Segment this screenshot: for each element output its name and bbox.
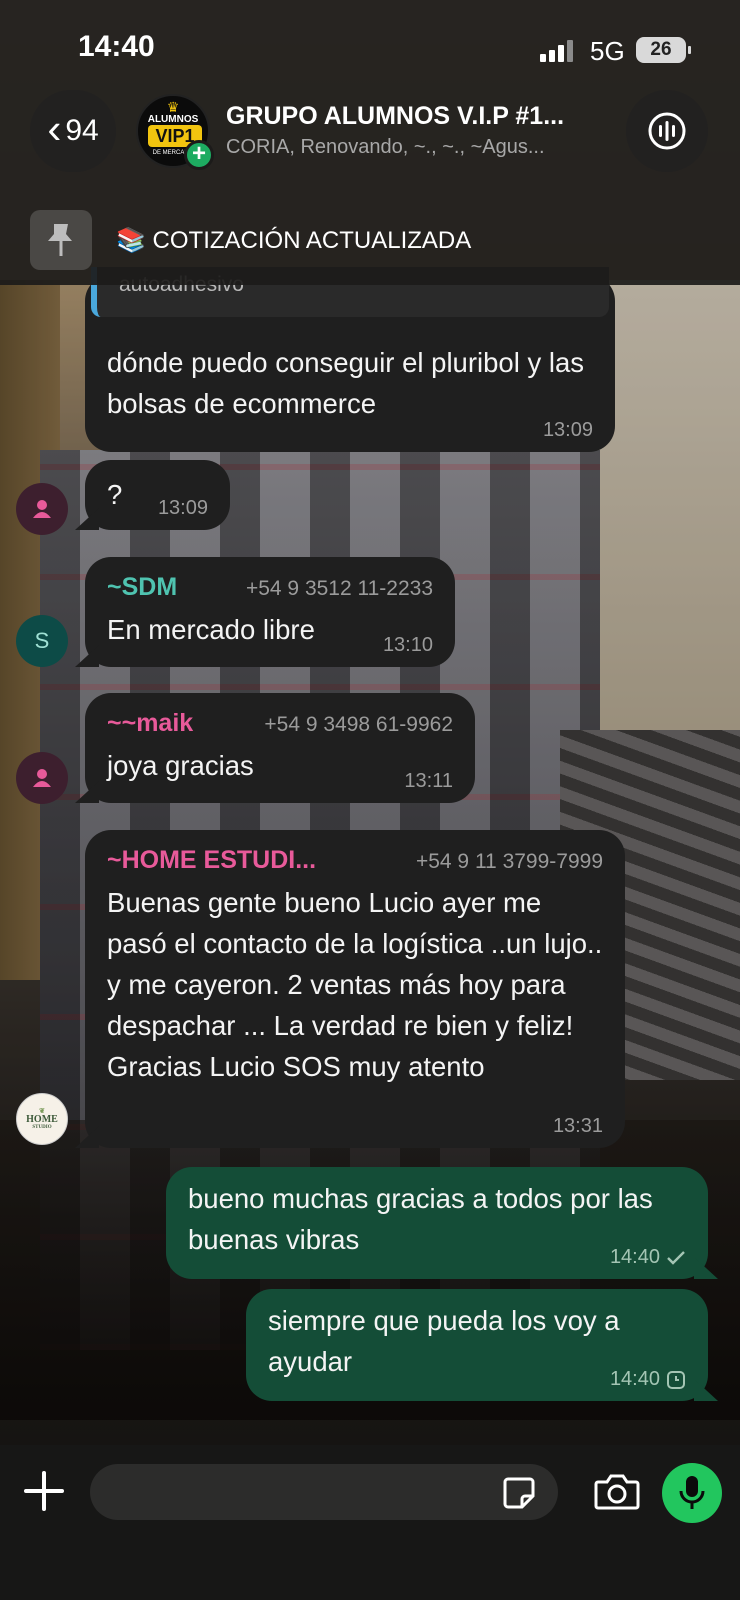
status-time: 14:40 — [78, 30, 155, 63]
back-button[interactable]: ‹ 94 — [30, 90, 116, 172]
status-bar: 14:40 5G 26 — [0, 28, 740, 68]
pin-icon — [30, 210, 92, 270]
message-bubble[interactable]: ~SDM +54 9 3512 11-2233 En mercado libre… — [75, 557, 455, 667]
message-text: ? — [107, 479, 123, 510]
message-time: 13:09 — [542, 419, 593, 441]
sender-avatar[interactable] — [16, 752, 68, 804]
group-members[interactable]: CORIA, Renovando, ~., ~., ~Agus... — [226, 136, 606, 159]
message-time: 14:40 — [610, 1246, 686, 1269]
signal-icon — [540, 40, 573, 62]
plus-icon[interactable]: + — [184, 140, 214, 170]
unread-count: 94 — [65, 114, 99, 147]
sender-avatar[interactable] — [16, 483, 68, 535]
message-time: 13:10 — [382, 634, 433, 656]
microphone-button[interactable] — [662, 1463, 722, 1523]
message-time: 14:40 — [610, 1368, 686, 1391]
message-bubble[interactable]: ~HOME ESTUDI... +54 9 11 3799-7999 Buena… — [75, 830, 625, 1148]
message-bubble[interactable]: ? 13:09 — [75, 460, 230, 530]
message-time: 13:09 — [157, 497, 208, 519]
chevron-left-icon: ‹ — [47, 105, 62, 152]
user-icon — [33, 500, 51, 518]
message-text: Buenas gente bueno Lucio ayer me pasó el… — [107, 887, 603, 1082]
sticker-icon[interactable] — [502, 1476, 536, 1510]
sender-avatar[interactable]: ❦ HOME STUDIO — [16, 1093, 68, 1145]
message-text: dónde puedo conseguir el pluribol y las … — [107, 347, 584, 419]
sender-name[interactable]: ~HOME ESTUDI... — [107, 846, 316, 875]
chat-header: 14:40 5G 26 ‹ 94 ♛ ALUMNOS VIP1 DE MERCA… — [0, 0, 740, 285]
sender-avatar-letter: S — [34, 628, 50, 653]
group-avatar-top-text: ALUMNOS — [147, 114, 199, 125]
sender-phone: +54 9 11 3799-7999 — [415, 850, 603, 873]
network-type: 5G — [590, 36, 625, 66]
message-bubble[interactable]: autoadhesivo dónde puedo conseguir el pl… — [85, 267, 615, 452]
pinned-message-text: 📚 COTIZACIÓN ACTUALIZADA — [116, 227, 472, 254]
voice-call-icon — [648, 112, 686, 150]
message-time: 13:11 — [404, 770, 453, 792]
sender-name[interactable]: ~~maik — [107, 709, 193, 738]
battery-icon: 26 — [636, 37, 691, 63]
clock-icon — [667, 1370, 685, 1389]
sender-avatar-top-text: HOME — [26, 1114, 58, 1125]
message-text: joya gracias — [107, 750, 254, 781]
sender-phone: +54 9 3498 61-9962 — [264, 713, 453, 736]
message-text: En mercado libre — [107, 614, 315, 645]
outgoing-message-bubble[interactable]: siempre que pueda los voy a ayudar 14:40 — [246, 1289, 718, 1401]
pinned-message-bar[interactable]: 📚 COTIZACIÓN ACTUALIZADA — [0, 200, 740, 285]
camera-icon[interactable] — [594, 1473, 640, 1511]
group-title[interactable]: GRUPO ALUMNOS V.I.P #1... — [226, 102, 606, 131]
voice-call-button[interactable] — [626, 90, 708, 172]
sender-phone: +54 9 3512 11-2233 — [245, 577, 433, 600]
composer-bar — [0, 1445, 740, 1600]
message-input[interactable] — [90, 1464, 558, 1520]
plus-icon[interactable] — [24, 1471, 64, 1511]
sender-avatar-bottom-text: STUDIO — [32, 1125, 52, 1130]
message-list: autoadhesivo dónde puedo conseguir el pl… — [0, 267, 740, 1445]
message-time: 13:31 — [552, 1115, 603, 1137]
sender-name[interactable]: ~SDM — [107, 573, 177, 602]
check-icon — [667, 1250, 685, 1265]
sender-avatar[interactable]: S — [16, 615, 68, 667]
message-bubble[interactable]: ~~maik +54 9 3498 61-9962 joya gracias 1… — [75, 693, 475, 803]
outgoing-message-bubble[interactable]: bueno muchas gracias a todos por las bue… — [166, 1167, 718, 1279]
user-icon — [33, 769, 51, 787]
microphone-icon — [679, 1476, 705, 1509]
